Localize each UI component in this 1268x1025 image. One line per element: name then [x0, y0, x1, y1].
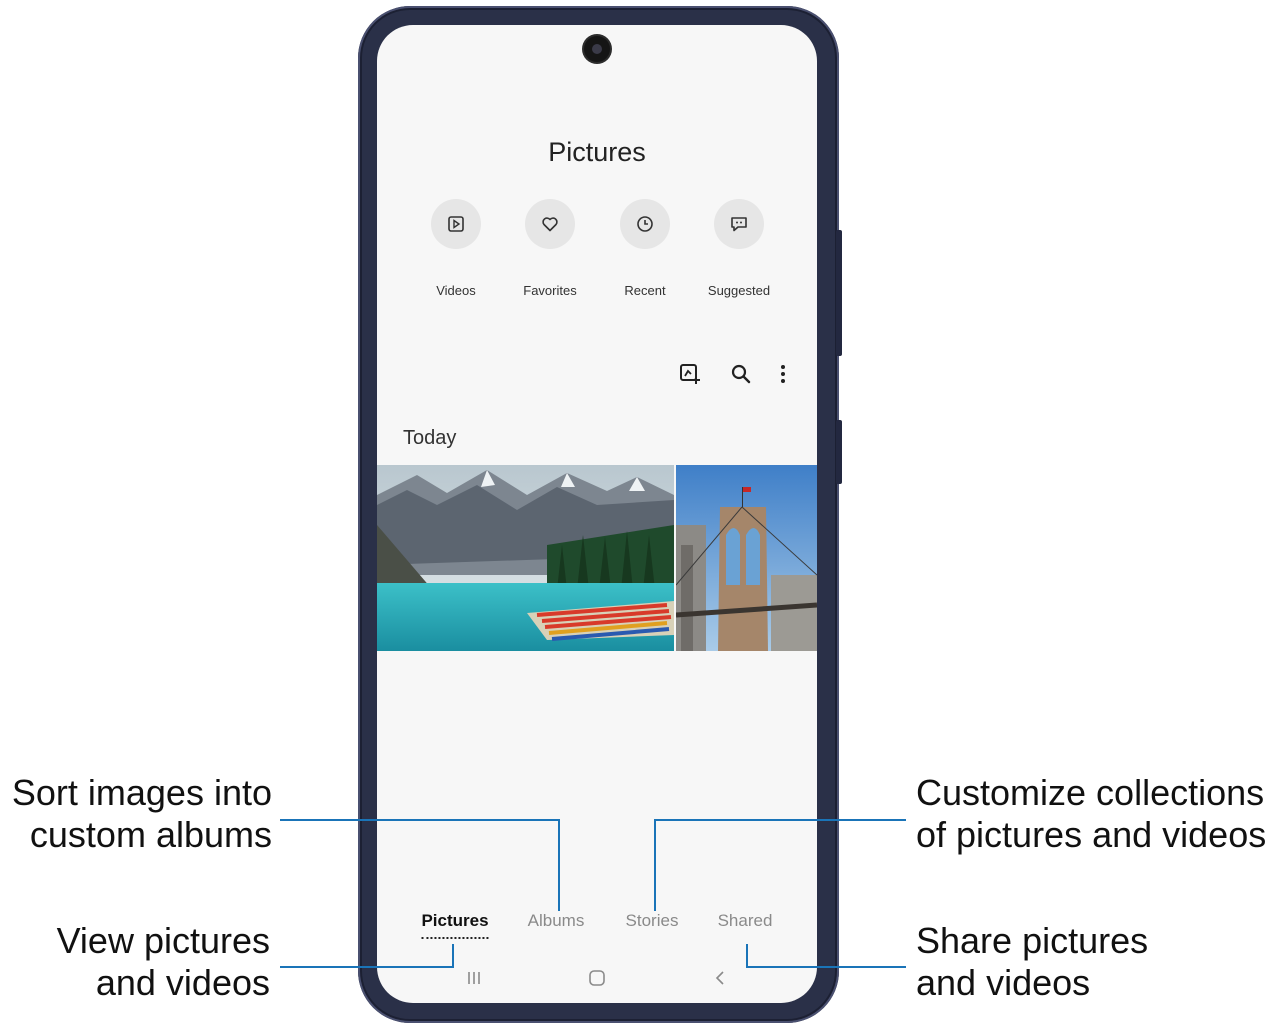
volume-button — [836, 230, 842, 356]
section-header-today: Today — [403, 427, 457, 449]
video-play-icon — [431, 199, 481, 249]
front-camera — [584, 36, 610, 62]
create-icon[interactable] — [676, 360, 704, 388]
mountain-lake-photo[interactable] — [377, 465, 674, 651]
callout-line-stories-v — [654, 819, 656, 911]
quick-action-label: Suggested — [707, 283, 771, 298]
callout-pictures-line1: View pictures — [56, 920, 270, 961]
callout-line-albums-v — [558, 819, 560, 911]
tab-stories[interactable]: Stories — [626, 911, 679, 931]
page-title: Pictures — [548, 137, 646, 167]
callout-albums-line1: Sort images into — [11, 772, 272, 813]
quick-action-label: Favorites — [523, 283, 577, 298]
quick-action-videos[interactable]: Videos — [429, 199, 483, 298]
tab-shared[interactable]: Shared — [718, 911, 773, 931]
callout-line-shared-h — [746, 966, 906, 968]
callout-stories-line1: Customize collections — [916, 772, 1265, 813]
callout-pictures: View pictures and videos — [57, 920, 270, 1004]
tab-albums[interactable]: Albums — [528, 911, 585, 931]
callout-stories: Customize collections of pictures and vi… — [916, 772, 1266, 856]
more-options-icon[interactable] — [769, 360, 797, 388]
callout-line-shared-v — [746, 944, 748, 968]
quick-action-suggested[interactable]: Suggested — [708, 199, 770, 298]
callout-shared-line2: and videos — [916, 962, 1091, 1003]
callout-shared-line1: Share pictures — [916, 920, 1149, 961]
tab-pictures[interactable]: Pictures — [421, 911, 489, 939]
callout-line-albums-h — [280, 819, 560, 821]
phone-screen: Pictures Videos Favorites Recent Suggest… — [377, 25, 817, 1003]
heart-icon — [525, 199, 575, 249]
callout-pictures-line2: and videos — [95, 962, 270, 1003]
callout-stories-line2: of pictures and videos — [916, 814, 1267, 855]
callout-line-pictures-h — [280, 966, 454, 968]
callout-line-pictures-v — [452, 944, 454, 968]
home-icon[interactable] — [582, 967, 612, 989]
recent-apps-icon[interactable] — [459, 967, 489, 989]
bottom-tab-bar: Pictures Albums Stories Shared — [377, 911, 817, 939]
quick-action-recent[interactable]: Recent — [618, 199, 672, 298]
bridge-photo[interactable] — [676, 465, 817, 651]
callout-line-stories-h — [654, 819, 906, 821]
clock-icon — [620, 199, 670, 249]
callout-albums: Sort images into custom albums — [12, 772, 272, 856]
power-button — [836, 420, 842, 484]
callout-shared: Share pictures and videos — [916, 920, 1148, 1004]
quick-action-label: Videos — [436, 283, 476, 298]
search-icon[interactable] — [727, 360, 755, 388]
callout-albums-line2: custom albums — [29, 814, 272, 855]
quick-action-label: Recent — [624, 283, 666, 298]
back-icon[interactable] — [705, 967, 735, 989]
quick-action-favorites[interactable]: Favorites — [523, 199, 577, 298]
suggested-chat-icon — [714, 199, 764, 249]
